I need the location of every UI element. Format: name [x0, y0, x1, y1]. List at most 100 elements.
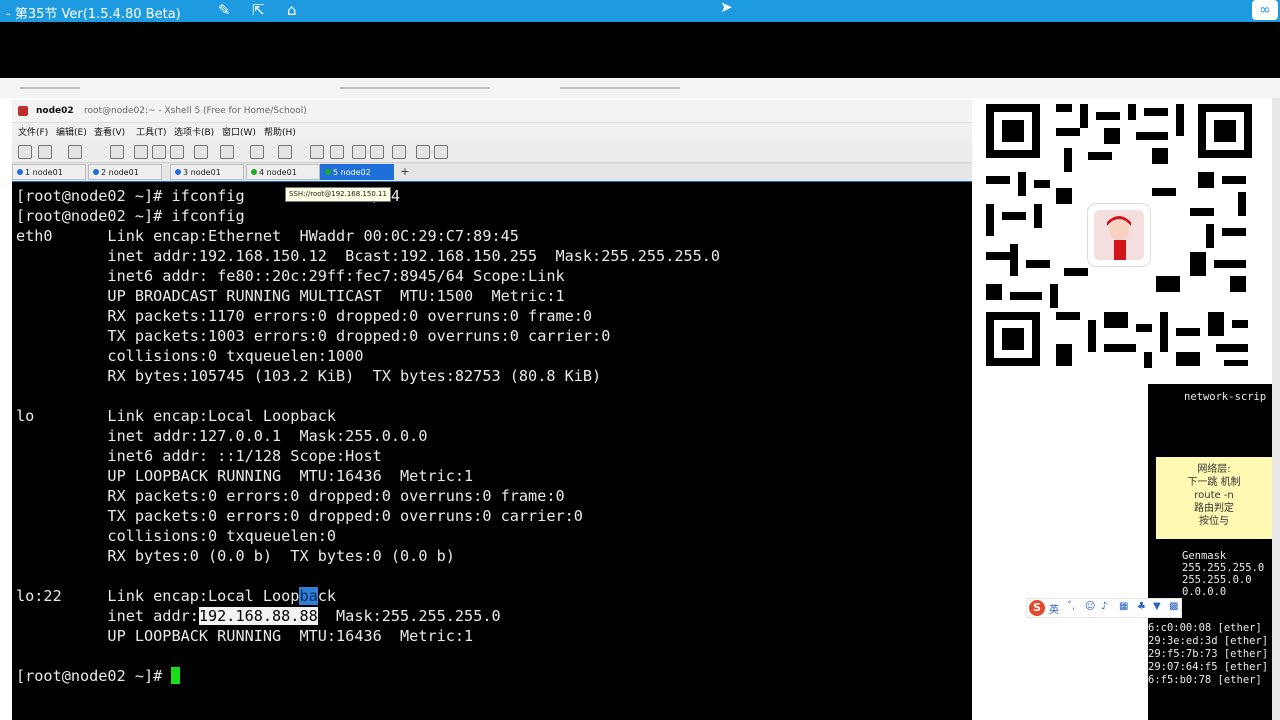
tab-status-dot: [93, 169, 99, 175]
genmask-value: 0.0.0.0: [1182, 586, 1227, 598]
tab-status-dot: [325, 169, 331, 175]
terminal-line: collisions:0 txqueuelen:1000: [16, 347, 364, 365]
terminal-text: lo:22 Link encap:Local Loop: [16, 587, 300, 605]
sogou-ime-icon[interactable]: S: [1029, 600, 1045, 616]
fullscreen-icon[interactable]: [352, 145, 366, 159]
terminal-line: lo:22 Link encap:Local Loopback: [16, 586, 336, 606]
terminal-text: Mask:255.255.255.0: [317, 607, 501, 625]
xshell-app-icon: [18, 106, 28, 116]
session-tooltip: SSH://root@192.168.150.11: [285, 187, 391, 202]
menu-file[interactable]: 文件(F): [18, 125, 48, 138]
genmask-value: 255.255.0.0: [1182, 574, 1252, 586]
menu-view[interactable]: 查看(V): [94, 125, 125, 138]
avatar-image: [1094, 210, 1144, 260]
paste-icon[interactable]: [152, 145, 166, 159]
terminal-line: inet addr:192.168.150.12 Bcast:192.168.1…: [16, 247, 721, 265]
xshell-window: node02 root@node02:~ - Xshell 5 (Free fo…: [12, 100, 972, 720]
globe-icon[interactable]: [250, 145, 264, 159]
scrollbar[interactable]: [1272, 98, 1280, 720]
terminal-line: RX packets:0 errors:0 dropped:0 overruns…: [16, 487, 565, 505]
divider: [340, 87, 490, 89]
tab-node01-1[interactable]: 1 node01: [12, 164, 86, 180]
terminal[interactable]: [root@node02 ~]# ifconfig .88.88/24 SSH:…: [12, 182, 972, 720]
lock-icon[interactable]: [370, 145, 384, 159]
copy-icon[interactable]: [134, 145, 148, 159]
ime-language[interactable]: 英: [1049, 601, 1059, 616]
background-window-strip: [0, 78, 1280, 98]
search-icon[interactable]: [170, 145, 184, 159]
genmask-value: 255.255.255.0: [1182, 562, 1265, 574]
skin-icon[interactable]: ♣: [1137, 601, 1146, 612]
terminal-line: RX bytes:0 (0.0 b) TX bytes:0 (0.0 b): [16, 547, 455, 565]
terminal-prompt-line: [root@node02 ~]#: [16, 666, 181, 686]
infinity-icon[interactable]: ∞: [1252, 0, 1278, 20]
mouse-pointer-icon: ➤: [720, 0, 733, 16]
ime-toolbar[interactable]: S 英 ˚, ☺ ♪ ▦ ♣ ▼ ▩: [1026, 598, 1182, 618]
terminal-line: UP BROADCAST RUNNING MULTICAST MTU:1500 …: [16, 287, 565, 305]
tab-node01-2[interactable]: 2 node01: [88, 164, 162, 180]
menu-tabs[interactable]: 选项卡(B): [174, 125, 214, 138]
home-icon[interactable]: ⌂: [287, 1, 297, 19]
punctuation-icon[interactable]: ˚,: [1067, 601, 1075, 612]
menu-edit[interactable]: 编辑(E): [56, 125, 87, 138]
properties-icon[interactable]: [110, 145, 124, 159]
sticky-line: 路由判定: [1194, 503, 1234, 514]
selected-text: ba: [299, 587, 318, 605]
print-icon[interactable]: [194, 145, 208, 159]
side-text: network-scrip: [1184, 391, 1267, 403]
sticky-line: route -n: [1194, 490, 1234, 501]
menu-bar: 文件(F) 编辑(E) 查看(V) 工具(T) 选项卡(B) 窗口(W) 帮助(…: [12, 122, 972, 140]
menu-tools[interactable]: 工具(T): [136, 125, 167, 138]
terminal-line: inet addr:192.168.88.88 Mask:255.255.255…: [16, 606, 501, 626]
edit-icon[interactable]: ✎: [218, 1, 231, 19]
emoji-icon[interactable]: ☺: [1085, 601, 1095, 612]
terminal-cursor: [171, 667, 181, 684]
terminal-text: ck: [317, 587, 337, 605]
selected-ip: 192.168.88.88: [198, 607, 318, 625]
tab-label: 2 node01: [101, 168, 139, 177]
arp-entry: 29:f5:7b:73 [ether]: [1148, 648, 1269, 660]
script-icon[interactable]: [310, 145, 324, 159]
terminal-line: TX packets:1003 errors:0 dropped:0 overr…: [16, 327, 611, 345]
help-icon[interactable]: [416, 145, 430, 159]
tab-label: 4 node01: [259, 168, 297, 177]
tab-label: 1 node01: [25, 168, 63, 177]
open-folder-icon[interactable]: [38, 145, 52, 159]
terminal-line: inet addr:127.0.0.1 Mask:255.0.0.0: [16, 427, 428, 445]
terminal-line: TX packets:0 errors:0 dropped:0 overruns…: [16, 507, 583, 525]
shirt-icon[interactable]: ▼: [1153, 601, 1161, 612]
session-tabs: 1 node01 2 node01 3 node01 4 node01 5 no…: [12, 163, 972, 182]
sticky-note: 网络层: 下一跳 机制 route -n 路由判定 按位与: [1156, 457, 1272, 539]
new-session-icon[interactable]: [18, 145, 32, 159]
tab-node01-4[interactable]: 4 node01: [246, 164, 320, 180]
terminal-text: inet addr:: [16, 607, 199, 625]
tab-label: 5 node02: [333, 168, 371, 177]
window-subtitle: root@node02:~ - Xshell 5 (Free for Home/…: [84, 106, 307, 116]
keyboard-icon[interactable]: [330, 145, 344, 159]
tab-status-dot: [17, 169, 23, 175]
xshell-title-bar: node02 root@node02:~ - Xshell 5 (Free fo…: [12, 100, 972, 123]
sticky-line: 网络层:: [1197, 464, 1231, 475]
microphone-icon[interactable]: ♪: [1101, 601, 1107, 612]
menu-window[interactable]: 窗口(W): [222, 125, 256, 138]
terminal-line: RX packets:1170 errors:0 dropped:0 overr…: [16, 307, 593, 325]
tab-status-dot: [175, 169, 181, 175]
chat-icon[interactable]: [392, 145, 406, 159]
terminal-line: UP LOOPBACK RUNNING MTU:16436 Metric:1: [16, 627, 474, 645]
keyboard-icon[interactable]: ▦: [1119, 601, 1128, 612]
terminal-text: [root@node02 ~]# ifconfig: [16, 187, 245, 205]
share-icon[interactable]: ⇱: [252, 1, 265, 19]
add-tab-button[interactable]: +: [398, 164, 412, 180]
arp-entry: 29:3e:ed:3d [ether]: [1148, 635, 1269, 647]
menu-help[interactable]: 帮助(H): [264, 125, 296, 138]
avatar-figure-icon: [1094, 210, 1144, 260]
transfer-icon[interactable]: [220, 145, 234, 159]
comment-icon[interactable]: [434, 145, 448, 159]
tab-node02-5[interactable]: 5 node02: [320, 164, 394, 180]
divider: [20, 87, 80, 89]
disconnect-icon[interactable]: [68, 145, 82, 159]
terminal-line: collisions:0 txqueuelen:0: [16, 527, 337, 545]
font-icon[interactable]: [278, 145, 292, 159]
tab-node01-3[interactable]: 3 node01: [170, 164, 244, 180]
grid-icon[interactable]: ▩: [1169, 601, 1178, 612]
